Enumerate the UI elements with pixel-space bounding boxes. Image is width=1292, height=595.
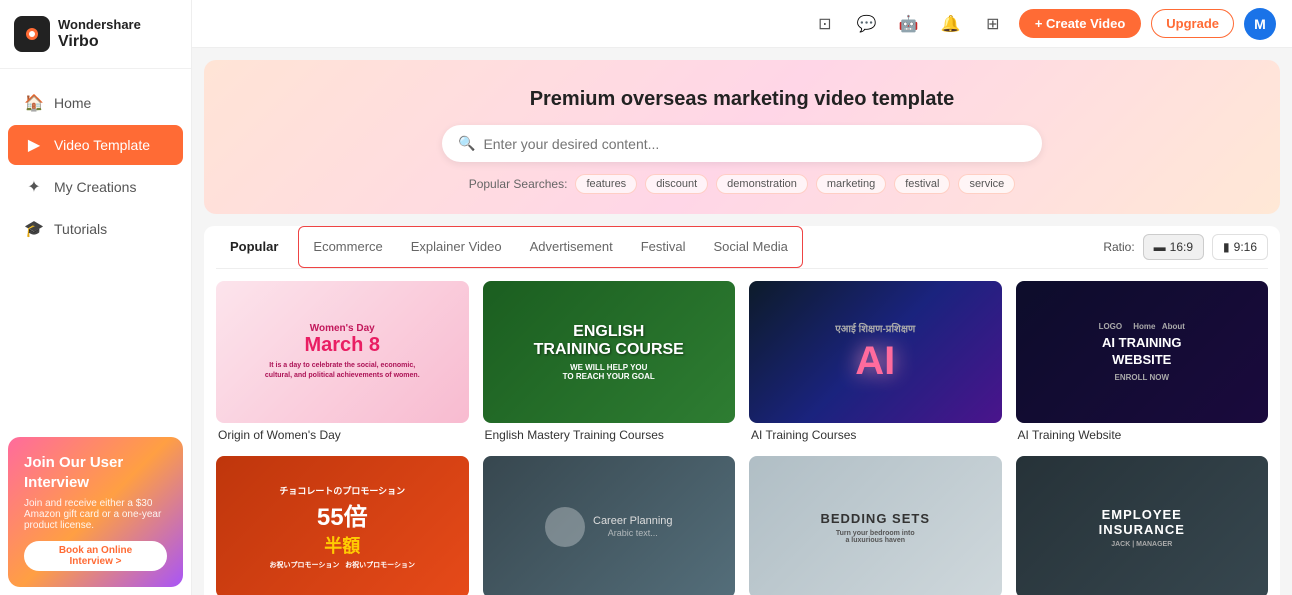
logo-icon	[14, 16, 50, 52]
video-card-womens-day[interactable]: Women's Day March 8 It is a day to celeb…	[216, 281, 469, 442]
popular-tag-marketing[interactable]: marketing	[816, 174, 886, 194]
sidebar-item-label: Tutorials	[54, 221, 107, 237]
sidebar-item-tutorials[interactable]: 🎓 Tutorials	[8, 209, 183, 249]
sidebar-item-label: Home	[54, 95, 91, 111]
video-grid: Women's Day March 8 It is a day to celeb…	[216, 281, 1268, 595]
tab-explainer-video[interactable]: Explainer Video	[397, 227, 516, 268]
tab-area: Popular Ecommerce Explainer Video Advert…	[204, 226, 1280, 269]
sidebar-item-label: My Creations	[54, 179, 136, 195]
video-card-career[interactable]: Career PlanningArabic text... Career Pla…	[483, 456, 736, 595]
video-thumb-3: एआई शिक्षण-प्रशिक्षण AI	[749, 281, 1002, 423]
sidebar-logo: Wondershare Virbo	[0, 0, 191, 69]
logo-text: Wondershare Virbo	[58, 17, 141, 51]
robot-icon[interactable]: 🤖	[893, 8, 925, 40]
sidebar-item-label: Video Template	[54, 137, 150, 153]
tab-popular[interactable]: Popular	[216, 227, 292, 268]
ratio-label: Ratio:	[1103, 240, 1134, 254]
popular-tag-festival[interactable]: festival	[894, 174, 950, 194]
tutorials-icon: 🎓	[24, 219, 44, 239]
ratio-16-9-label: 16:9	[1170, 240, 1193, 254]
tabs-row: Popular Ecommerce Explainer Video Advert…	[216, 226, 1268, 269]
ratio-area: Ratio: ▬ 16:9 ▮ 9:16	[1103, 234, 1268, 260]
upgrade-button[interactable]: Upgrade	[1151, 9, 1234, 38]
tab-ecommerce[interactable]: Ecommerce	[299, 227, 396, 268]
video-card-chocolate[interactable]: チョコレートのプロモーション 55倍 半額 お祝いプロモーション お祝いプロモー…	[216, 456, 469, 595]
video-card-english[interactable]: ENGLISHTRAINING COURSE WE WILL HELP YOUT…	[483, 281, 736, 442]
search-icon: 🔍	[458, 135, 475, 152]
banner-title: Join Our User Interview	[24, 453, 167, 492]
video-icon: ▶	[24, 135, 44, 155]
main-area: ⊡ 💬 🤖 🔔 ⊞ + Create Video Upgrade M Premi…	[192, 0, 1292, 595]
tab-festival[interactable]: Festival	[627, 227, 700, 268]
video-card-ai-courses[interactable]: एआई शिक्षण-प्रशिक्षण AI AI Training Cour…	[749, 281, 1002, 442]
popular-tag-demonstration[interactable]: demonstration	[716, 174, 808, 194]
landscape-icon: ▬	[1154, 240, 1166, 254]
video-card-insurance[interactable]: EMPLOYEEINSURANCE JACK | MANAGER Employe…	[1016, 456, 1269, 595]
sidebar-item-my-creations[interactable]: ✦ My Creations	[8, 167, 183, 207]
video-thumb-7: BEDDING SETS Turn your bedroom intoa lux…	[749, 456, 1002, 595]
hero-title: Premium overseas marketing video templat…	[224, 88, 1260, 111]
ratio-16-9-button[interactable]: ▬ 16:9	[1143, 234, 1204, 260]
video-label-2: English Mastery Training Courses	[483, 428, 736, 442]
hero-search-bar[interactable]: 🔍	[442, 125, 1042, 162]
banner-subtitle: Join and receive either a $30 Amazon gif…	[24, 498, 167, 531]
video-thumb-8: EMPLOYEEINSURANCE JACK | MANAGER	[1016, 456, 1269, 595]
content-area: Premium overseas marketing video templat…	[192, 48, 1292, 595]
grid-icon[interactable]: ⊞	[977, 8, 1009, 40]
popular-tag-service[interactable]: service	[958, 174, 1015, 194]
home-icon: 🏠	[24, 93, 44, 113]
ratio-9-16-label: 9:16	[1234, 240, 1257, 254]
video-label-3: AI Training Courses	[749, 428, 1002, 442]
video-grid-area: Women's Day March 8 It is a day to celeb…	[204, 269, 1280, 595]
tab-social-media[interactable]: Social Media	[699, 227, 801, 268]
popular-tag-discount[interactable]: discount	[645, 174, 708, 194]
bell-icon[interactable]: 🔔	[935, 8, 967, 40]
video-thumb-4: LOGO Home About AI TRAININGWEBSITE ENROL…	[1016, 281, 1269, 423]
video-card-bedding[interactable]: BEDDING SETS Turn your bedroom intoa lux…	[749, 456, 1002, 595]
tab-advertisement[interactable]: Advertisement	[516, 227, 627, 268]
banner-button[interactable]: Book an Online Interview >	[24, 541, 167, 571]
message-icon[interactable]: 💬	[851, 8, 883, 40]
sidebar-banner: Join Our User Interview Join and receive…	[8, 437, 183, 587]
video-thumb-2: ENGLISHTRAINING COURSE WE WILL HELP YOUT…	[483, 281, 736, 423]
video-card-ai-website[interactable]: LOGO Home About AI TRAININGWEBSITE ENROL…	[1016, 281, 1269, 442]
sidebar: Wondershare Virbo 🏠 Home ▶ Video Templat…	[0, 0, 192, 595]
search-input[interactable]	[483, 136, 1026, 152]
video-thumb-5: チョコレートのプロモーション 55倍 半額 お祝いプロモーション お祝いプロモー…	[216, 456, 469, 595]
topbar: ⊡ 💬 🤖 🔔 ⊞ + Create Video Upgrade M	[192, 0, 1292, 48]
popular-searches: Popular Searches: features discount demo…	[224, 174, 1260, 194]
sidebar-item-video-template[interactable]: ▶ Video Template	[8, 125, 183, 165]
video-label-1: Origin of Women's Day	[216, 428, 469, 442]
popular-tag-features[interactable]: features	[575, 174, 637, 194]
video-label-4: AI Training Website	[1016, 428, 1269, 442]
sidebar-nav: 🏠 Home ▶ Video Template ✦ My Creations 🎓…	[0, 69, 191, 429]
hero-banner: Premium overseas marketing video templat…	[204, 60, 1280, 214]
monitor-icon[interactable]: ⊡	[809, 8, 841, 40]
ratio-9-16-button[interactable]: ▮ 9:16	[1212, 234, 1268, 260]
video-thumb-1: Women's Day March 8 It is a day to celeb…	[216, 281, 469, 423]
video-thumb-6: Career PlanningArabic text...	[483, 456, 736, 595]
popular-label: Popular Searches:	[469, 177, 568, 191]
avatar[interactable]: M	[1244, 8, 1276, 40]
tabs-left: Popular Ecommerce Explainer Video Advert…	[216, 226, 803, 268]
creations-icon: ✦	[24, 177, 44, 197]
portrait-icon: ▮	[1223, 240, 1230, 254]
create-video-button[interactable]: + Create Video	[1019, 9, 1141, 38]
sidebar-item-home[interactable]: 🏠 Home	[8, 83, 183, 123]
